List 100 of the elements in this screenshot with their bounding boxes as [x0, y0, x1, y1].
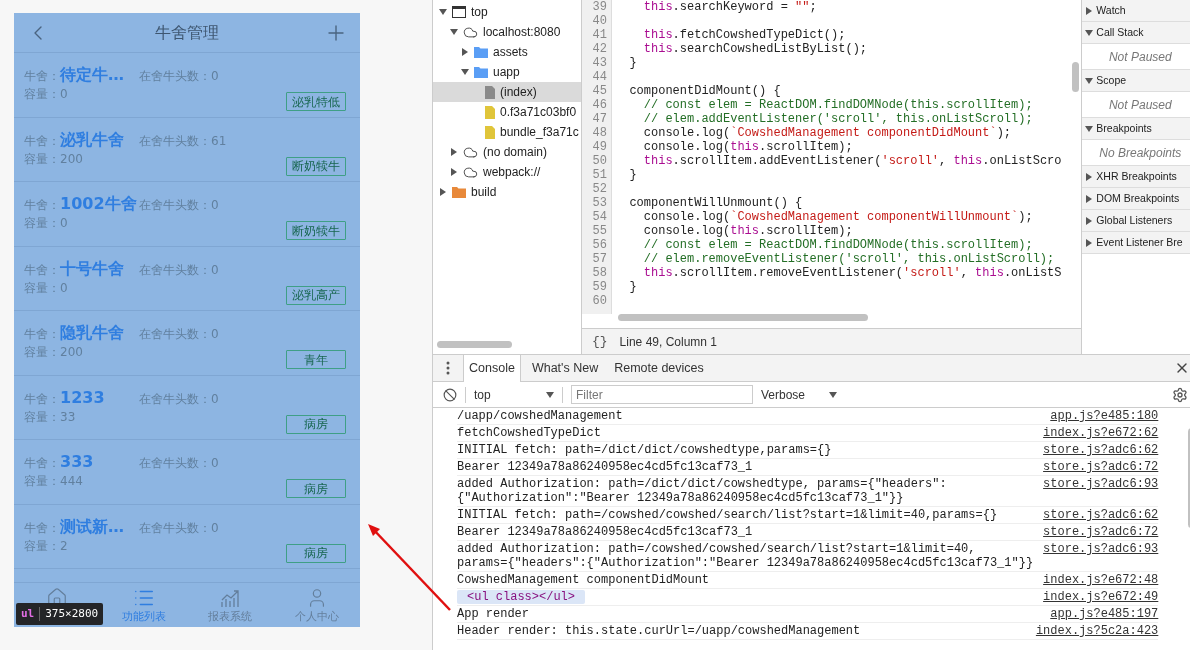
console-message: App render	[457, 607, 529, 621]
console-message: added Authorization: path=/dict/dict/cowshedtype, params={"headers": {"Authorization":"Bearer 12349a78a86240958ec4cd5fc13caf73_1"}}	[457, 477, 947, 505]
code-line: console.log(this.scrollItem);	[642, 224, 853, 238]
shed-type-tag: 病房	[286, 479, 346, 498]
console-message: added Authorization: path=/cowshed/cowshed/search/list?start=1&limit=40, params={"headers":{"Authorization":"Bearer 12349a78a86240958ec4cd5fc13caf73_1"}}	[457, 542, 1034, 570]
shed-label: 牛舍：	[24, 326, 60, 343]
code-line: this.searchCowshedListByList();	[642, 42, 868, 56]
shed-type-tag: 泌乳特低	[286, 92, 346, 111]
line-number: 51	[591, 168, 607, 182]
code-line: console.log(this.scrollItem);	[642, 140, 853, 154]
code-line: console.log(`CowshedManagement componentWillUnmount`);	[642, 210, 1033, 224]
line-number: 50	[591, 154, 607, 168]
tree-item-label: top	[471, 4, 488, 21]
line-number: 46	[591, 98, 607, 112]
code-line: componentWillUnmount() {	[628, 196, 803, 210]
shed-name: 待定牛…	[60, 64, 124, 86]
console-message: Header render: this.state.curUrl=/uapp/cowshedManagement	[457, 624, 861, 638]
line-number: 47	[591, 112, 607, 126]
tree-item-label: build	[471, 184, 497, 201]
console-message: fetchCowshedTypeDict	[457, 426, 602, 440]
console-message: INITIAL fetch: path=/dict/dict/cowshedtype,params={}	[457, 443, 832, 457]
tree-item-label: (no domain)	[483, 144, 548, 161]
capacity: 容量：0	[24, 215, 68, 232]
page-title: 牛舍管理	[155, 21, 219, 44]
line-number: 49	[591, 140, 607, 154]
capacity: 容量：444	[24, 473, 83, 490]
head-count: 在舍牛头数：0	[139, 390, 219, 408]
head-count: 在舍牛头数：0	[139, 326, 219, 343]
console-message: /uapp/cowshedManagement	[457, 409, 623, 423]
code-line: this.scrollItem.addEventListener('scroll', this.onListScro	[642, 154, 1062, 168]
shed-name: 测试新…	[60, 515, 124, 538]
tree-item-label: (index)	[500, 84, 537, 101]
shed-label: 牛舍：	[24, 261, 60, 279]
head-count: 在舍牛头数：0	[139, 197, 219, 214]
shed-label: 牛舍：	[24, 132, 60, 150]
shed-name: 十号牛舍	[60, 257, 124, 280]
shed-type-tag: 泌乳高产	[286, 285, 346, 305]
line-number: 52	[591, 182, 607, 196]
sidebar-placeholder-text: No Breakpoints	[1099, 144, 1182, 162]
shed-type-tag: 病房	[286, 414, 346, 434]
shed-name: 泌乳牛舍	[60, 128, 124, 151]
code-line: this.scrollItem.removeEventListener('scroll', this.onListS	[642, 266, 1062, 280]
code-line: this.fetchCowshedTypeDict();	[642, 28, 846, 42]
code-line: this.searchKeyword = "";	[642, 0, 817, 14]
head-count: 在舍牛头数：0	[139, 455, 219, 472]
shed-label: 牛舍：	[24, 455, 60, 472]
line-number: 43	[591, 56, 607, 70]
sidebar-placeholder-text: Not Paused	[1108, 96, 1172, 114]
cursor-position: Line 49, Column 1	[619, 333, 717, 351]
code-line: }	[628, 280, 637, 294]
capacity: 容量：2	[24, 537, 68, 555]
tree-item-label: localhost:8080	[483, 24, 561, 41]
head-count: 在舍牛头数：0	[139, 261, 219, 279]
element-tag: ul	[21, 605, 35, 623]
code-line: // const elem = ReactDOM.findDOMNode(this.scrollItem);	[642, 238, 1033, 252]
shed-label: 牛舍：	[24, 390, 60, 408]
console-message: Bearer 12349a78a86240958ec4cd5fc13caf73_1	[457, 525, 753, 539]
shed-name: 333	[60, 451, 94, 473]
code-line: }	[628, 56, 637, 70]
shed-name: 隐乳牛舍	[60, 322, 124, 344]
tree-item-label: uapp	[493, 64, 520, 81]
code-line: componentDidMount() {	[628, 84, 781, 98]
code-line: }	[628, 168, 637, 182]
console-message: Bearer 12349a78a86240958ec4cd5fc13caf73_1	[457, 460, 753, 474]
capacity: 容量：33	[24, 408, 76, 426]
capacity: 容量：200	[24, 150, 83, 168]
line-number: 42	[591, 42, 607, 56]
tree-item-label: bundle_f3a71c	[500, 124, 579, 141]
line-number: 54	[591, 210, 607, 224]
element-size: 375×2800	[45, 605, 99, 622]
line-number: 58	[591, 266, 607, 280]
code-line: // const elem = ReactDOM.findDOMNode(this.scrollItem);	[642, 98, 1033, 112]
tree-item-label: assets	[493, 44, 528, 61]
line-number: 41	[591, 28, 607, 42]
shed-type-tag: 断奶犊牛	[286, 156, 346, 176]
line-number: 39	[591, 0, 607, 14]
code-line: // elem.addEventListener('scroll', this.onListScroll);	[642, 112, 1033, 126]
console-message: INITIAL fetch: path=/cowshed/cowshed/search/list?start=1&limit=40,params={}	[457, 508, 998, 522]
line-number: 60	[591, 294, 607, 308]
line-number: 56	[591, 238, 607, 252]
head-count: 在舍牛头数：61	[139, 132, 227, 150]
code-line: // elem.removeEventListener('scroll', this.onListScroll);	[642, 252, 1055, 266]
capacity: 容量：0	[24, 86, 68, 103]
tree-item-label: 0.f3a71c03bf0	[500, 104, 577, 121]
line-number: 53	[591, 196, 607, 210]
capacity: 容量：200	[24, 344, 83, 361]
shed-label: 牛舍：	[24, 197, 60, 214]
line-number: 55	[591, 224, 607, 238]
code-line: console.log(`CowshedManagement componentDidMount`);	[642, 126, 1012, 140]
shed-label: 牛舍：	[24, 68, 60, 85]
shed-type-tag: 青年	[286, 350, 346, 369]
shed-name: 1233	[60, 386, 105, 409]
console-message: CowshedManagement componentDidMount	[457, 573, 710, 587]
line-number: 45	[591, 84, 607, 98]
shed-label: 牛舍：	[24, 519, 60, 537]
line-number: 48	[591, 126, 607, 140]
line-number: 57	[591, 252, 607, 266]
capacity: 容量：0	[24, 279, 68, 297]
sidebar-placeholder-text: Not Paused	[1108, 48, 1172, 66]
tree-item-label: webpack://	[483, 164, 541, 181]
